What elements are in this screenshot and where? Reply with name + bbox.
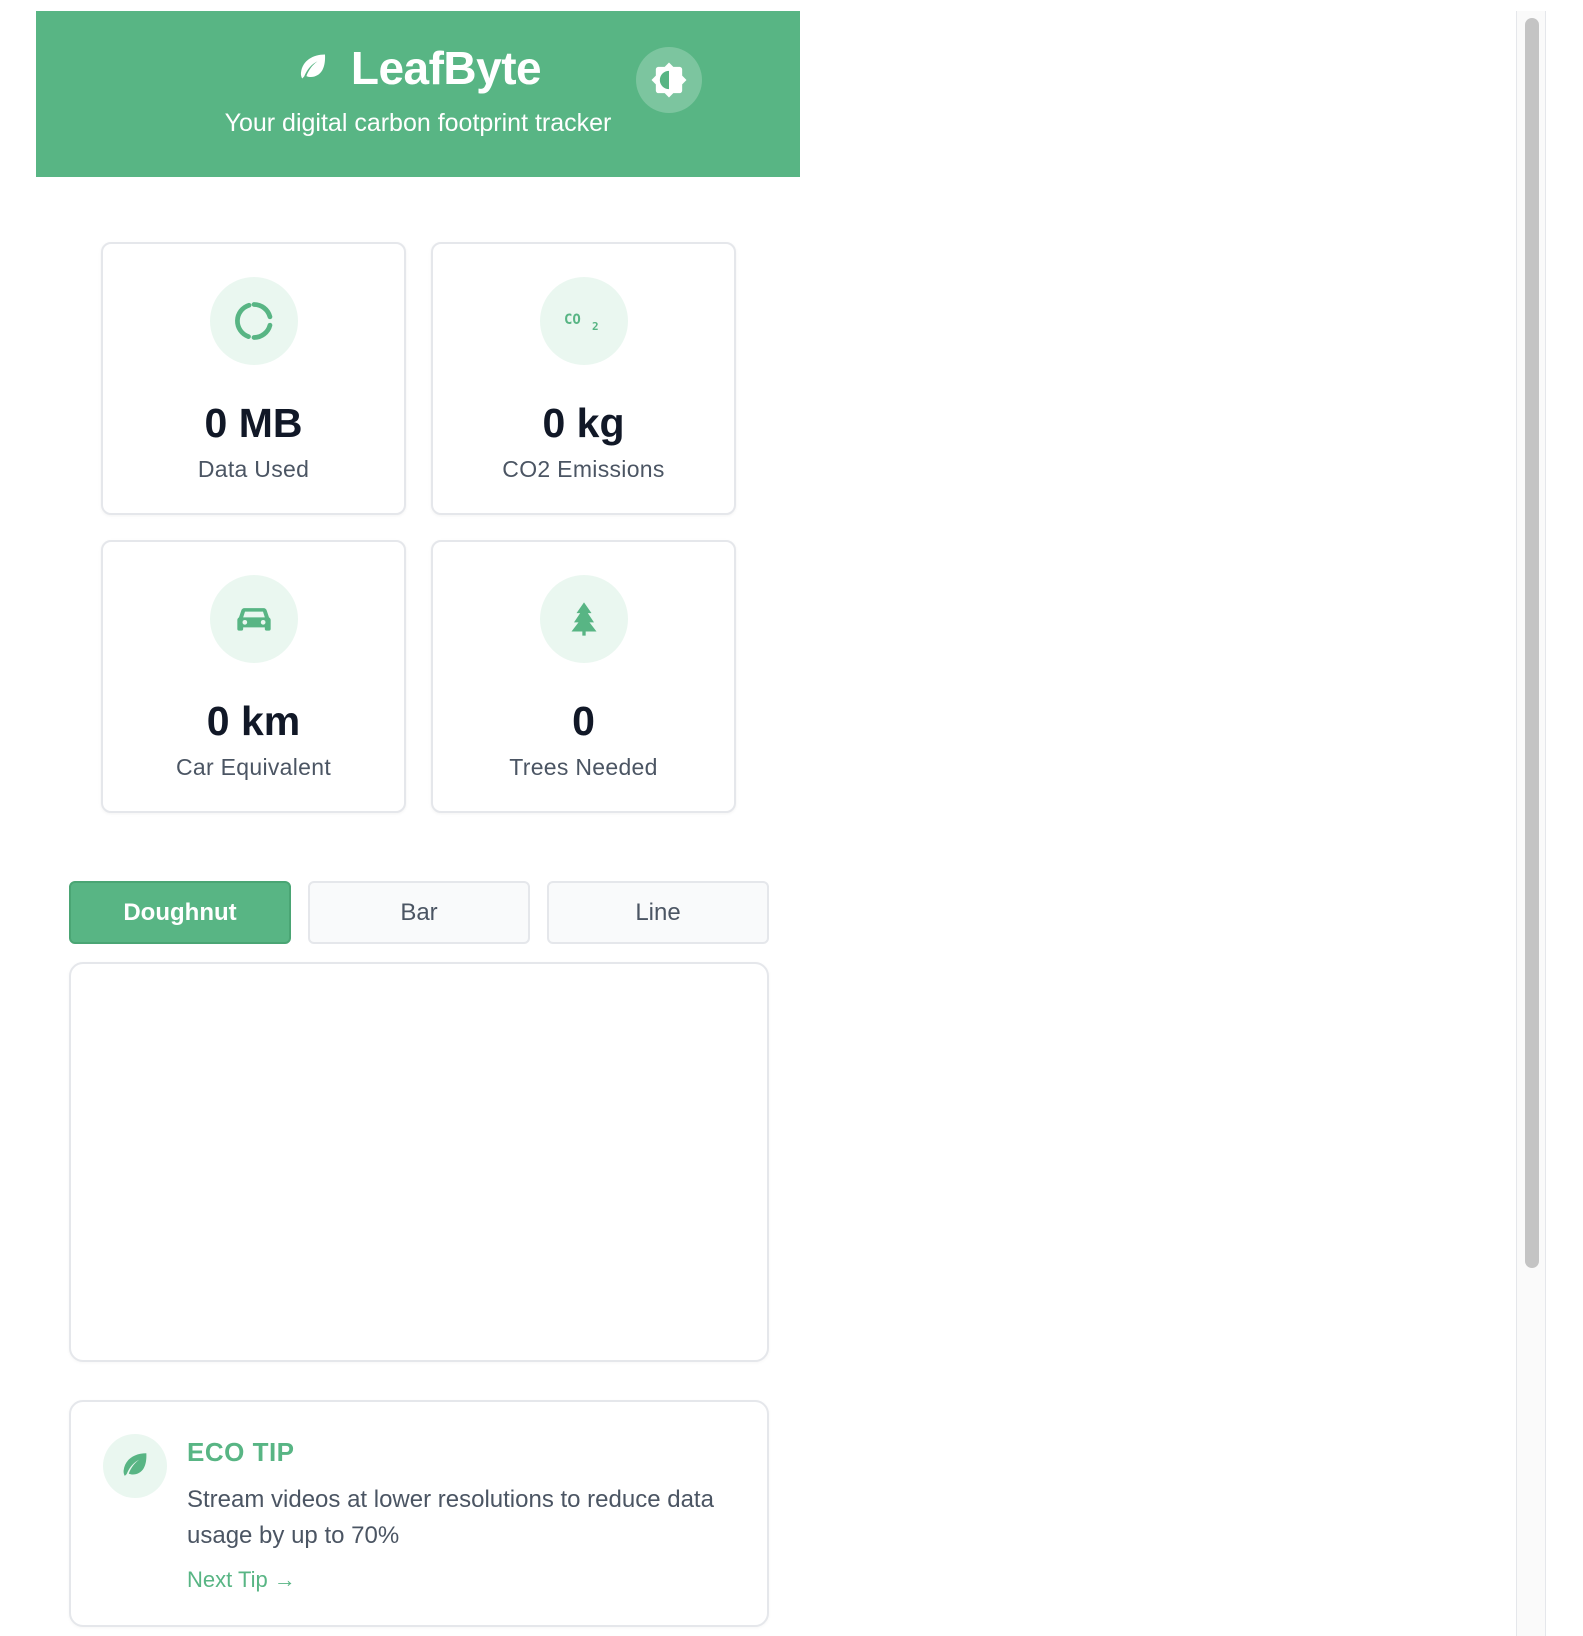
loading-ring-icon	[209, 277, 298, 365]
eco-tip-text: Stream videos at lower resolutions to re…	[187, 1486, 714, 1549]
leaf-icon	[103, 1434, 167, 1498]
stat-card-co2-emissions: CO 2 0 kg CO2 Emissions	[431, 242, 736, 515]
tab-bar[interactable]: Bar	[308, 881, 530, 944]
stat-value: 0 km	[206, 698, 301, 744]
stat-label: CO2 Emissions	[502, 456, 665, 482]
theme-toggle-button[interactable]	[636, 47, 702, 113]
stat-card-car-equivalent: 0 km Car Equivalent	[101, 540, 406, 813]
chart-type-tabs: Doughnut Bar Line	[69, 881, 769, 944]
tab-doughnut[interactable]: Doughnut	[69, 881, 291, 944]
stat-value: 0	[572, 698, 595, 744]
svg-text:CO: CO	[564, 312, 581, 328]
svg-text:2: 2	[592, 320, 599, 333]
eco-tip-title: ECO TIP	[187, 1437, 295, 1467]
stats-grid: 0 MB Data Used CO 2 0 kg CO2 Emissions 0…	[101, 242, 741, 813]
leafbyte-popup: LeafByte Your digital carbon footprint t…	[36, 11, 800, 1627]
app-header: LeafByte Your digital carbon footprint t…	[36, 11, 800, 177]
app-subtitle: Your digital carbon footprint tracker	[224, 109, 612, 137]
app-title: LeafByte	[350, 42, 542, 94]
brightness-icon	[649, 60, 689, 100]
tab-line[interactable]: Line	[547, 881, 769, 944]
car-icon	[209, 575, 298, 663]
stat-label: Trees Needed	[509, 754, 658, 780]
stat-value: 0 MB	[204, 400, 303, 446]
leaf-icon	[295, 50, 331, 86]
chart-container	[69, 962, 769, 1362]
scrollbar-thumb[interactable]	[1525, 18, 1539, 1268]
stat-label: Data Used	[197, 456, 310, 482]
eco-tip-card: ECO TIP Stream videos at lower resolutio…	[69, 1400, 769, 1627]
stat-card-trees-needed: 0 Trees Needed	[431, 540, 736, 813]
next-tip-link[interactable]: Next Tip →	[187, 1567, 296, 1593]
tree-icon	[539, 575, 628, 663]
stat-card-data-used: 0 MB Data Used	[101, 242, 406, 515]
co2-icon: CO 2	[539, 277, 628, 365]
scrollbar[interactable]	[1516, 11, 1546, 1636]
stat-label: Car Equivalent	[175, 754, 332, 780]
stat-value: 0 kg	[542, 400, 625, 446]
